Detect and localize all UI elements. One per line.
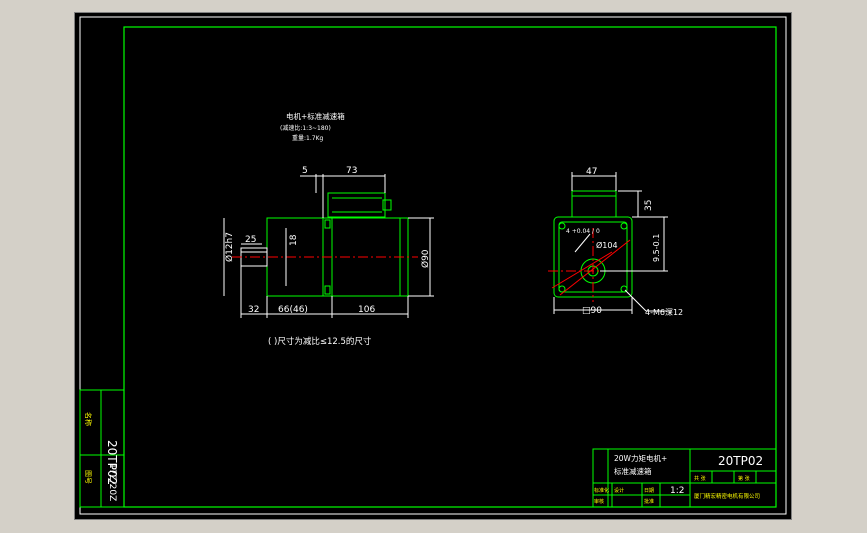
side-terminal-box bbox=[571, 190, 617, 218]
strip-fraction: 17Z/20Z bbox=[107, 463, 117, 501]
ratio-note: ( )尺寸为减比≤12.5的尺寸 bbox=[268, 336, 372, 347]
side-view bbox=[553, 190, 633, 298]
dim-25: 25 bbox=[245, 235, 256, 245]
inner-border bbox=[123, 26, 777, 508]
weight-text: 重量:1.7Kg bbox=[292, 134, 323, 142]
dim-18: 18 bbox=[289, 234, 299, 246]
dim-95: 9.5-0.1 bbox=[652, 234, 661, 262]
dim-47: 47 bbox=[586, 167, 597, 177]
cell-total-sheets: 共 张 bbox=[694, 475, 706, 482]
drawing-title: 电机+标准减速箱 bbox=[286, 111, 345, 121]
dim-106: 106 bbox=[358, 305, 375, 315]
dim-phi104: Ø104 bbox=[596, 240, 618, 250]
company-name: 厦门精宏精密电机有限公司 bbox=[694, 492, 760, 500]
dim-square90: □90 bbox=[582, 306, 602, 316]
dim-35: 35 bbox=[644, 200, 654, 211]
title-block-text: 20W力矩电机+ 标准减速箱 20TP02 1:2 厦门精宏精密电机有限公司 设… bbox=[594, 453, 763, 505]
ratio-text: (减速比:1:3~180) bbox=[280, 124, 331, 132]
drawing-number: 20TP02 bbox=[718, 454, 763, 468]
cell-date: 日期 bbox=[644, 488, 654, 494]
cell-review: 审核 bbox=[594, 498, 604, 505]
cell-design: 设计 bbox=[614, 487, 624, 494]
strip-label-name: 名称 bbox=[84, 412, 93, 426]
left-title-strip: 20TP02 17Z/20Z 名称 图号 bbox=[79, 389, 125, 508]
dim-66: 66(46) bbox=[278, 305, 308, 315]
cell-sheet-no: 第 张 bbox=[738, 475, 750, 482]
cad-viewport[interactable]: 20TP02 17Z/20Z 名称 图号 电机+标准减速箱 (减速比:1:3~1… bbox=[0, 0, 867, 533]
dim-holes: 4-M6深12 bbox=[645, 308, 683, 317]
dim-90: Ø90 bbox=[420, 249, 431, 268]
dim-5: 5 bbox=[302, 166, 308, 176]
terminal-box bbox=[327, 192, 386, 218]
dim-73: 73 bbox=[346, 166, 357, 176]
strip-label-number: 图号 bbox=[84, 470, 92, 484]
product-name-line2: 标准减速箱 bbox=[614, 466, 652, 476]
cell-standard: 标准化 bbox=[594, 487, 609, 494]
scale-value: 1:2 bbox=[670, 486, 684, 496]
cell-approve: 批准 bbox=[644, 498, 654, 505]
dim-tolerance: 4 +0.04 / 0 bbox=[566, 228, 600, 235]
product-name-line1: 20W力矩电机+ bbox=[614, 453, 667, 463]
front-view bbox=[223, 174, 434, 318]
cad-drawing: 20TP02 17Z/20Z 名称 图号 电机+标准减速箱 (减速比:1:3~1… bbox=[79, 16, 787, 515]
dim-shaft-dia: Ø12h7 bbox=[224, 232, 235, 262]
dim-32: 32 bbox=[248, 305, 259, 315]
outer-border bbox=[79, 16, 787, 515]
